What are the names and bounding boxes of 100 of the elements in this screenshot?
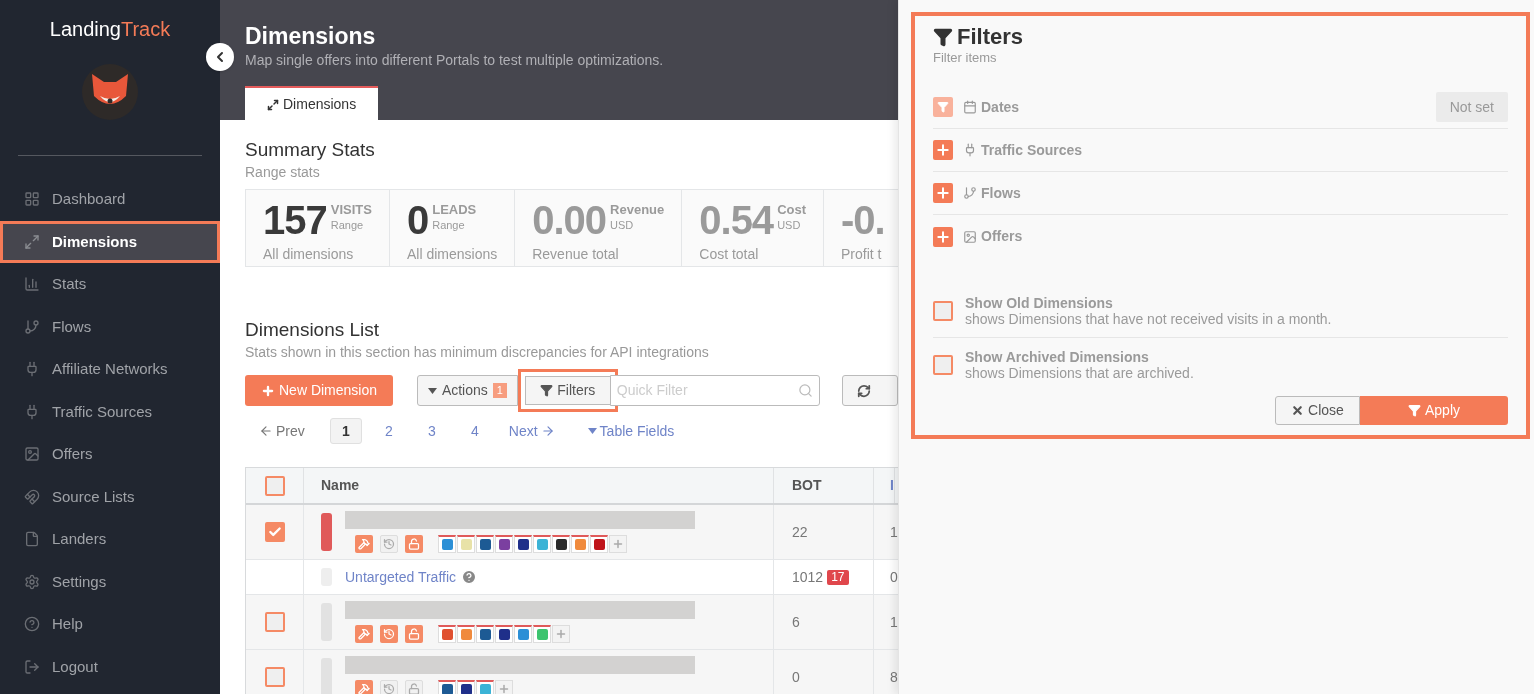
page-subtitle: Map single offers into different Portals to test multiple optimizations. xyxy=(245,51,665,70)
actions-button[interactable]: Actions 1 xyxy=(417,375,518,406)
refresh-button[interactable] xyxy=(841,375,898,406)
add-filter-button[interactable] xyxy=(933,140,953,160)
stat-unit: VISITS xyxy=(330,202,372,217)
prev-link[interactable]: Prev xyxy=(259,420,305,442)
source-icon[interactable] xyxy=(495,625,513,643)
sidebar-item[interactable]: Dimensions xyxy=(0,220,220,263)
table-cell-text: 22 xyxy=(792,522,808,542)
sidebar-item[interactable]: Traffic Sources xyxy=(0,390,220,433)
source-icon[interactable] xyxy=(457,680,475,694)
checkbox[interactable] xyxy=(264,475,285,496)
caret-icon xyxy=(587,428,597,434)
table-cell-text: 1012 xyxy=(792,567,824,587)
sidebar-item[interactable]: Source Lists xyxy=(0,475,220,518)
sidebar-item[interactable]: Flows xyxy=(0,305,220,348)
checkbox[interactable] xyxy=(264,667,285,687)
settings-icon xyxy=(24,573,40,590)
page-link[interactable]: 3 xyxy=(415,418,448,444)
stat-caption: All dimensions xyxy=(406,245,498,264)
hammer-icon[interactable] xyxy=(355,535,373,553)
caret-icon xyxy=(427,387,437,394)
sidebar-item[interactable]: Offers xyxy=(0,433,220,476)
stat-value: 0.00 xyxy=(532,198,607,242)
checkbox[interactable] xyxy=(933,355,953,375)
panel-title: Filters xyxy=(957,24,1024,50)
plug-icon xyxy=(24,361,40,378)
table-cell-text: 1 xyxy=(890,612,898,632)
count-badge: 1 xyxy=(492,383,507,398)
plus-icon xyxy=(261,383,275,398)
panel-subtitle: Filter items xyxy=(933,50,998,66)
filter-label: Offers xyxy=(981,227,1023,246)
avatar xyxy=(82,64,138,120)
column-header[interactable]: I xyxy=(890,475,894,496)
stat-caption: All dimensions xyxy=(263,245,355,264)
bar-chart-icon xyxy=(24,276,40,293)
sidebar-item[interactable]: Dashboard xyxy=(0,178,220,221)
sidebar-item[interactable]: Landers xyxy=(0,518,220,561)
sidebar-item[interactable]: Help xyxy=(0,603,220,646)
stat-subunit: USD xyxy=(777,218,802,233)
stat-caption: Cost total xyxy=(699,245,760,264)
section-title: Summary Stats xyxy=(245,138,376,162)
hammer-icon[interactable] xyxy=(355,680,373,694)
plug-icon xyxy=(963,143,977,157)
source-icon[interactable] xyxy=(476,625,494,643)
filter-toggle-icon[interactable] xyxy=(933,97,953,117)
column-header[interactable]: Name xyxy=(321,475,360,496)
lock-icon[interactable] xyxy=(405,535,423,553)
source-icon[interactable] xyxy=(495,535,513,553)
stat-value: 0.54 xyxy=(699,198,774,242)
branch-icon xyxy=(24,318,40,335)
filter-label: Dates xyxy=(981,97,1020,117)
history-icon[interactable] xyxy=(380,680,398,694)
source-icon[interactable] xyxy=(514,535,532,553)
add-source-icon[interactable] xyxy=(552,625,570,643)
source-icon[interactable] xyxy=(590,535,608,553)
arrow-right-icon xyxy=(540,424,555,438)
stat-unit: LEADS xyxy=(432,202,477,217)
next-link[interactable]: Next xyxy=(508,420,555,442)
stat-caption: Profit t xyxy=(841,245,883,264)
tab[interactable]: Dimensions xyxy=(245,86,379,121)
search-icon xyxy=(797,383,813,398)
lock-icon[interactable] xyxy=(405,680,423,694)
history-icon[interactable] xyxy=(380,535,398,553)
add-filter-button[interactable] xyxy=(933,226,953,247)
close-icon xyxy=(1291,404,1305,417)
source-icon[interactable] xyxy=(438,680,456,694)
branch-icon xyxy=(963,186,977,200)
close-button[interactable]: Close xyxy=(1275,396,1360,425)
logout-icon xyxy=(24,658,40,675)
filter-icon xyxy=(1408,404,1421,417)
filter-icon xyxy=(933,27,953,47)
calendar-icon xyxy=(963,100,977,114)
table-cell-text: 0 xyxy=(792,667,800,687)
page-link[interactable]: 4 xyxy=(458,418,491,444)
source-icon[interactable] xyxy=(476,535,494,553)
lock-icon[interactable] xyxy=(405,625,423,643)
stat-caption: Revenue total xyxy=(532,245,620,264)
history-icon[interactable] xyxy=(380,625,398,643)
stat-unit: Revenue xyxy=(610,202,665,217)
sidebar-item[interactable]: Logout xyxy=(0,645,220,688)
checkbox[interactable] xyxy=(264,612,285,632)
hammer-icon[interactable] xyxy=(355,625,373,643)
table-cell-text: 6 xyxy=(792,612,800,632)
add-filter-button[interactable] xyxy=(933,183,953,203)
checkbox[interactable] xyxy=(933,300,953,321)
stat-subunit: USD xyxy=(610,218,635,233)
sidebar-item[interactable]: Settings xyxy=(0,560,220,603)
sidebar-item[interactable]: Stats xyxy=(0,263,220,306)
sidebar-item[interactable]: Affiliate Networks xyxy=(0,348,220,391)
page-link[interactable]: 2 xyxy=(372,418,405,444)
dimension-link[interactable]: Untargeted Traffic xyxy=(345,566,457,588)
filters-button[interactable]: Filters xyxy=(524,376,611,405)
help-icon[interactable] xyxy=(461,569,478,585)
page-link[interactable]: 1 xyxy=(329,418,362,444)
column-header[interactable]: BOT xyxy=(792,475,822,496)
add-source-icon[interactable] xyxy=(495,680,513,694)
source-icon[interactable] xyxy=(552,535,570,553)
table-fields-link[interactable]: Table Fields xyxy=(587,420,675,442)
checkbox[interactable] xyxy=(264,522,285,542)
